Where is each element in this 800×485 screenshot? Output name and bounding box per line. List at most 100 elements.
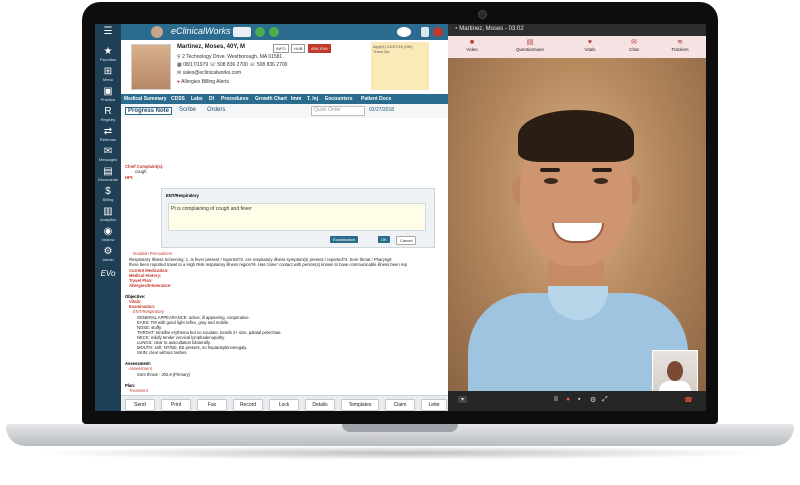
tab-procedures[interactable]: Procedures — [221, 96, 249, 102]
sidebar-item-menu[interactable]: ⊞ Menu — [95, 66, 121, 82]
ent-respiratory-popup: ENT/Respiratory Pt is complaining of cou… — [161, 188, 435, 248]
patient-address: ⚲ 2 Technology Drive, Westborough, MA 01… — [177, 54, 283, 60]
isolation-precautions[interactable]: Isolation Precautions — [133, 251, 172, 256]
ent-respiratory-label: ENT/Respiratory — [133, 309, 164, 314]
patient-hair — [518, 110, 634, 162]
tab-orders[interactable]: Orders — [207, 107, 225, 113]
healow-icon: ◉ — [103, 226, 113, 237]
sidebar-item-messages[interactable]: ✉ Messages — [95, 146, 121, 162]
diagnosis-item: Sore throat - J02.9 (Primary) — [137, 372, 191, 377]
claim-button[interactable]: Claim — [385, 399, 415, 411]
ok-button[interactable]: OK — [378, 236, 390, 243]
record-button[interactable]: Record — [233, 399, 263, 411]
tab-chat[interactable]: ✉ Chat — [614, 39, 654, 53]
billing-alerts-link[interactable]: Billing Alerts — [202, 79, 229, 85]
patient-name[interactable]: Martinez, Moses, 40Y, M — [177, 44, 245, 50]
fax-button[interactable]: Fax — [197, 399, 227, 411]
sidebar-item-practice[interactable]: ▣ Practice — [95, 86, 121, 102]
allergies-label: Allergies/Intolerance: — [129, 283, 172, 288]
print-button[interactable]: Print — [161, 399, 191, 411]
fullscreen-icon[interactable]: ⤢ — [602, 396, 608, 404]
tab-vitals[interactable]: ♥ Vitals — [570, 39, 610, 53]
send-button[interactable]: Send — [125, 399, 155, 411]
patient-video-feed[interactable] — [448, 58, 706, 391]
chat-icon: ✉ — [631, 39, 637, 46]
tab-scribe[interactable]: Scribe — [179, 107, 196, 113]
tab-cdss[interactable]: CDSS — [171, 96, 185, 102]
collapse-icon[interactable]: ▾ — [458, 396, 468, 403]
sidebar-item-evo[interactable]: EVo — [95, 268, 121, 279]
settings-icon[interactable]: ⚙ — [590, 396, 596, 404]
hangup-button[interactable]: ☎ — [684, 396, 693, 404]
letter-button[interactable]: Lette — [421, 399, 447, 411]
user-avatar[interactable] — [151, 26, 163, 38]
user-switch-button[interactable] — [233, 27, 251, 37]
pause-button[interactable]: II — [554, 396, 558, 403]
laptop-shadow — [30, 446, 770, 460]
note-subtabs: Progress Note Scribe Orders Quick Order … — [121, 104, 448, 119]
tab-labs[interactable]: Labs — [191, 96, 203, 102]
tab-progress-note[interactable]: Progress Note — [125, 107, 173, 115]
tab-patient-docs[interactable]: Patient Docs — [361, 96, 391, 102]
video-visit-panel: ◔ Martinez, Moses - 03:02 ■ Video ▤ Questi… — [448, 24, 706, 411]
sidebar-item-referrals[interactable]: ⇄ Referrals — [95, 126, 121, 142]
tab-trackers[interactable]: ≋ Trackers — [660, 39, 700, 53]
quick-order-input[interactable]: Quick Order — [311, 106, 365, 116]
video-title: ◔ Martinez, Moses - 03:02 — [454, 26, 524, 32]
patient-contact-line: ▦ 08/17/1979 ☏ 508 836 2700 ☏ 508 836 27… — [177, 62, 288, 68]
provider-coat — [659, 381, 691, 391]
appointment-sticky-note[interactable]: Appt(1) 02/27/18 (SM) Trans No. — [371, 42, 429, 90]
tab-encounters[interactable]: Encounters — [325, 96, 353, 102]
sidebar-item-billing[interactable]: $ Billing — [95, 186, 121, 202]
tab-questionnaire[interactable]: ▤ Questionnaire — [510, 39, 550, 53]
sidebar-item-favorites[interactable]: ★ Favorites — [95, 46, 121, 62]
practice-icon: ▣ — [103, 86, 113, 97]
cancel-button[interactable]: Cancel — [396, 236, 417, 245]
questionnaire-icon: ▤ — [526, 39, 534, 46]
sidebar-item-admin[interactable]: ⚙ Admin — [95, 246, 121, 262]
priority-icon[interactable] — [421, 27, 429, 37]
tab-growth-chart[interactable]: Growth Chart — [255, 96, 287, 102]
notification-badge[interactable] — [433, 27, 443, 37]
tab-video[interactable]: ■ Video — [452, 39, 492, 53]
sticky-line-2: Trans No. — [373, 49, 391, 54]
evo-icon: EVo — [100, 269, 116, 278]
tab-imm[interactable]: Imm — [291, 96, 301, 102]
green-call-button[interactable] — [269, 27, 279, 37]
cough-item: cough — [135, 169, 147, 174]
templates-button[interactable]: Templates — [341, 399, 379, 411]
details-button[interactable]: Details — [305, 399, 335, 411]
encounter-date[interactable]: 02/27/2018 — [369, 107, 394, 113]
mute-mic-icon[interactable]: ● — [566, 396, 570, 403]
trackers-icon: ≋ — [677, 39, 683, 46]
sidebar-item-healow[interactable]: ◉ healow — [95, 226, 121, 242]
hamburger-icon: ☰ — [103, 26, 113, 37]
sidebar-item-documents[interactable]: ▤ Documents — [95, 166, 121, 182]
admin-icon: ⚙ — [103, 246, 113, 257]
phone-icon: ☏ — [249, 62, 257, 68]
refresh-icon[interactable] — [397, 27, 411, 37]
examination-button[interactable]: Examination — [330, 236, 359, 243]
tab-t-inj[interactable]: T. Inj — [307, 96, 318, 102]
tab-medical-summary[interactable]: Medical Summary — [124, 96, 167, 102]
sidebar: ☰ ★ Favorites ⊞ Menu ▣ Practice R Registry ⇄… — [95, 24, 121, 411]
hpi-label: HPI: — [125, 175, 134, 180]
patient-eye — [594, 178, 608, 184]
sidebar-item-registry[interactable]: R Registry — [95, 106, 121, 122]
hub-tag[interactable]: HUB — [291, 44, 306, 53]
laptop-frame: ☰ ★ Favorites ⊞ Menu ▣ Practice R Registry ⇄… — [0, 0, 800, 485]
lock-button[interactable]: Lock — [269, 399, 299, 411]
screen: ☰ ★ Favorites ⊞ Menu ▣ Practice R Registry ⇄… — [95, 24, 706, 411]
patient-header: Martinez, Moses, 40Y, M INFO HUB ASK EVA… — [121, 40, 448, 94]
sidebar-menu-toggle[interactable]: ☰ — [95, 26, 121, 37]
menu-icon: ⊞ — [103, 66, 113, 77]
tab-di[interactable]: DI — [209, 96, 214, 102]
info-tag[interactable]: INFO — [273, 44, 289, 53]
ask-eva-tag[interactable]: ASK EVA — [308, 44, 331, 53]
allergies-link[interactable]: Allergies — [181, 79, 200, 85]
sidebar-item-analytics[interactable]: ▥ Analytics — [95, 206, 121, 222]
provider-self-view[interactable] — [652, 350, 698, 391]
camera-icon[interactable]: ▪ — [578, 396, 580, 403]
green-status-button[interactable] — [255, 27, 265, 37]
ent-text-area[interactable]: Pt is complaining of cough and fever — [168, 203, 426, 231]
